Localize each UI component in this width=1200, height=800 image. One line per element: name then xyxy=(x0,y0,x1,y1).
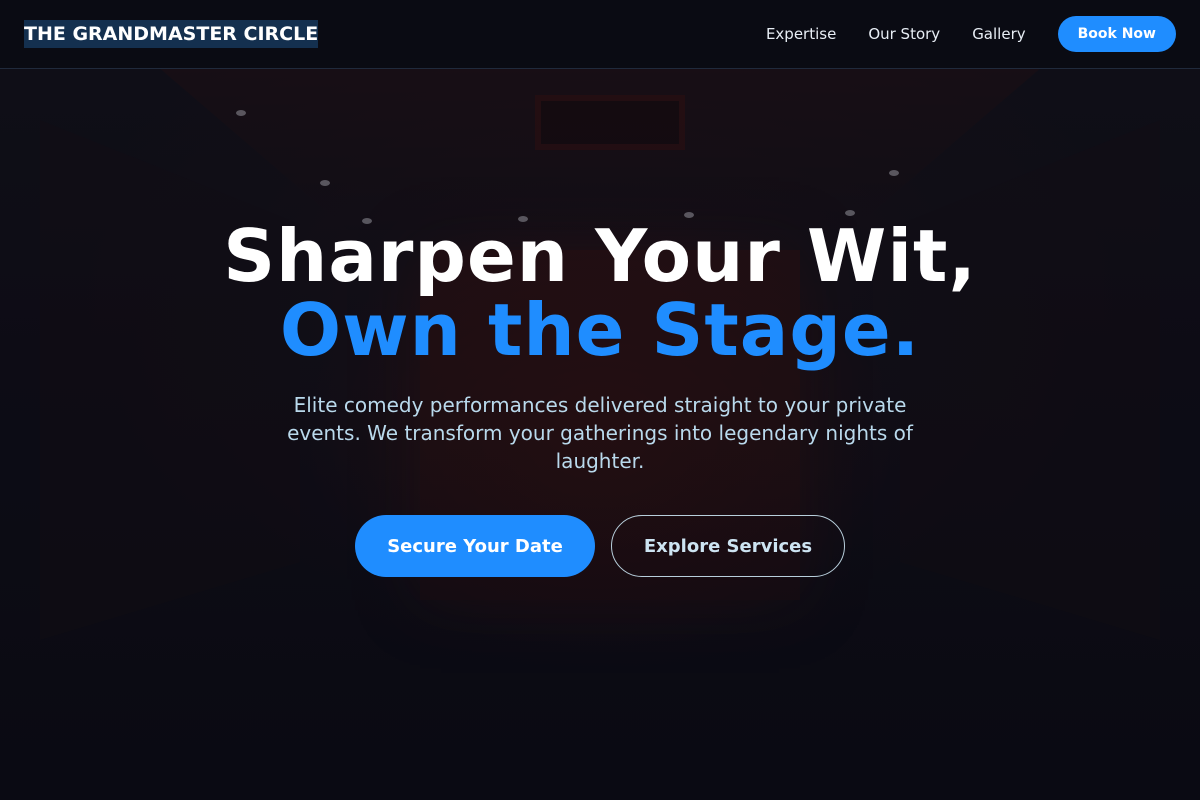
nav-link-gallery[interactable]: Gallery xyxy=(972,25,1025,43)
hero-section: Sharpen Your Wit, Own the Stage. Elite c… xyxy=(0,69,1200,800)
main-nav: Expertise Our Story Gallery Book Now xyxy=(766,16,1176,52)
site-header: THE GRANDMASTER CIRCLE Expertise Our Sto… xyxy=(0,0,1200,69)
nav-link-expertise[interactable]: Expertise xyxy=(766,25,836,43)
nav-link-our-story[interactable]: Our Story xyxy=(868,25,940,43)
landing-page: THE GRANDMASTER CIRCLE Expertise Our Sto… xyxy=(0,0,1200,800)
headline-line-1: Sharpen Your Wit, xyxy=(223,214,977,298)
book-now-button[interactable]: Book Now xyxy=(1057,16,1176,52)
hero-headline: Sharpen Your Wit, Own the Stage. xyxy=(0,219,1200,367)
hero-cta-group: Secure Your Date Explore Services xyxy=(0,515,1200,577)
headline-line-2: Own the Stage. xyxy=(279,288,921,372)
explore-services-button[interactable]: Explore Services xyxy=(611,515,845,577)
secure-your-date-button[interactable]: Secure Your Date xyxy=(355,515,595,577)
hero-subtitle: Elite comedy performances delivered stra… xyxy=(287,393,913,473)
site-logo[interactable]: THE GRANDMASTER CIRCLE xyxy=(24,20,319,48)
